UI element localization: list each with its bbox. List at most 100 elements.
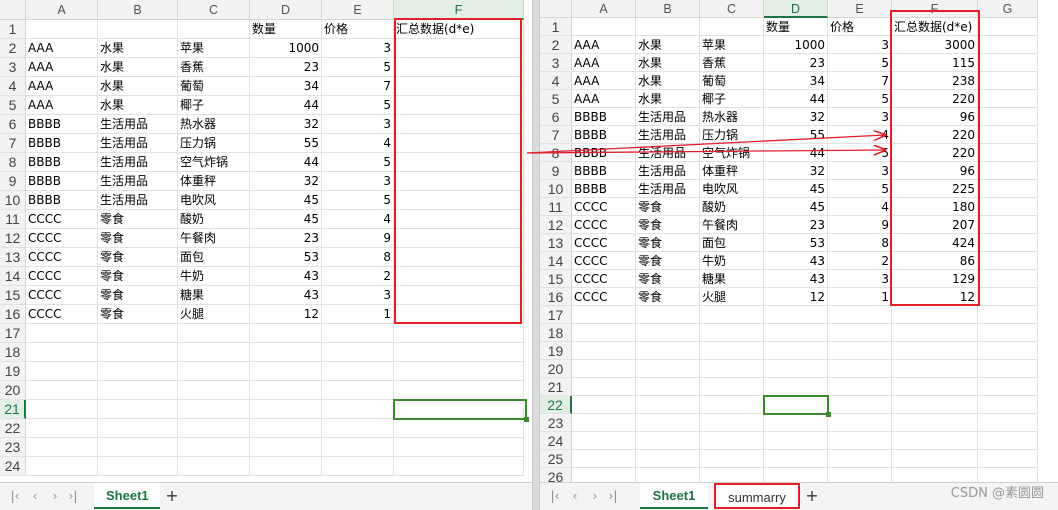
right-cell-b11[interactable]: 零食: [636, 198, 700, 216]
left-row-header-21[interactable]: 21: [0, 400, 26, 419]
left-cell-e9[interactable]: 3: [322, 172, 394, 191]
left-cell-c23[interactable]: [178, 438, 250, 457]
right-cell-g7[interactable]: [978, 126, 1038, 144]
left-cell-a16[interactable]: CCCC: [26, 305, 98, 324]
left-cell-a4[interactable]: AAA: [26, 77, 98, 96]
right-cell-d12[interactable]: 23: [764, 216, 828, 234]
right-cell-b1[interactable]: [636, 18, 700, 36]
right-cell-c4[interactable]: 葡萄: [700, 72, 764, 90]
right-cell-a19[interactable]: [572, 342, 636, 360]
right-row-header-15[interactable]: 15: [540, 270, 572, 288]
left-cell-c14[interactable]: 牛奶: [178, 267, 250, 286]
right-cell-e5[interactable]: 5: [828, 90, 892, 108]
right-cell-f11[interactable]: 180: [892, 198, 978, 216]
left-cell-b7[interactable]: 生活用品: [98, 134, 178, 153]
right-row-header-3[interactable]: 3: [540, 54, 572, 72]
right-cell-d4[interactable]: 34: [764, 72, 828, 90]
left-row-header-14[interactable]: 14: [0, 267, 26, 286]
right-next-sheet-icon[interactable]: ›: [588, 489, 602, 503]
right-cell-c9[interactable]: 体重秤: [700, 162, 764, 180]
left-cell-a15[interactable]: CCCC: [26, 286, 98, 305]
left-row-header-2[interactable]: 2: [0, 39, 26, 58]
left-cell-d19[interactable]: [250, 362, 322, 381]
left-row-header-20[interactable]: 20: [0, 381, 26, 400]
right-cell-f4[interactable]: 238: [892, 72, 978, 90]
left-cell-b20[interactable]: [98, 381, 178, 400]
right-cell-f15[interactable]: 129: [892, 270, 978, 288]
right-row-header-19[interactable]: 19: [540, 342, 572, 360]
left-cell-f15[interactable]: [394, 286, 524, 305]
right-cell-g5[interactable]: [978, 90, 1038, 108]
right-cell-e17[interactable]: [828, 306, 892, 324]
right-cell-a18[interactable]: [572, 324, 636, 342]
right-cell-a1[interactable]: [572, 18, 636, 36]
left-row-header-23[interactable]: 23: [0, 438, 26, 457]
left-cell-c17[interactable]: [178, 324, 250, 343]
right-cell-e3[interactable]: 5: [828, 54, 892, 72]
left-row-header-9[interactable]: 9: [0, 172, 26, 191]
right-cell-c22[interactable]: [700, 396, 764, 414]
right-cell-f5[interactable]: 220: [892, 90, 978, 108]
left-cell-f22[interactable]: [394, 419, 524, 438]
left-cell-b9[interactable]: 生活用品: [98, 172, 178, 191]
right-cell-f3[interactable]: 115: [892, 54, 978, 72]
left-cell-d23[interactable]: [250, 438, 322, 457]
left-cell-b14[interactable]: 零食: [98, 267, 178, 286]
right-active-cell-d22[interactable]: [763, 395, 831, 417]
right-row-header-12[interactable]: 12: [540, 216, 572, 234]
right-cell-e8[interactable]: 5: [828, 144, 892, 162]
right-cell-a10[interactable]: BBBB: [572, 180, 636, 198]
right-column-header-f[interactable]: F: [892, 0, 978, 18]
right-tab-sheet1[interactable]: Sheet1: [640, 483, 708, 509]
right-row-header-22[interactable]: 22: [540, 396, 572, 414]
right-cell-g4[interactable]: [978, 72, 1038, 90]
left-row-header-6[interactable]: 6: [0, 115, 26, 134]
left-cell-f5[interactable]: [394, 96, 524, 115]
right-cell-d9[interactable]: 32: [764, 162, 828, 180]
right-cell-c3[interactable]: 香蕉: [700, 54, 764, 72]
right-cell-g9[interactable]: [978, 162, 1038, 180]
right-row-header-23[interactable]: 23: [540, 414, 572, 432]
left-column-header-e[interactable]: E: [322, 0, 394, 20]
right-cell-e10[interactable]: 5: [828, 180, 892, 198]
left-cell-e19[interactable]: [322, 362, 394, 381]
left-first-sheet-icon[interactable]: |‹: [8, 489, 22, 503]
left-cell-a23[interactable]: [26, 438, 98, 457]
right-cell-b18[interactable]: [636, 324, 700, 342]
left-row-header-22[interactable]: 22: [0, 419, 26, 438]
right-cell-e16[interactable]: 1: [828, 288, 892, 306]
left-cell-d2[interactable]: 1000: [250, 39, 322, 58]
left-last-sheet-icon[interactable]: ›|: [66, 489, 80, 503]
left-cell-c11[interactable]: 酸奶: [178, 210, 250, 229]
left-cell-e15[interactable]: 3: [322, 286, 394, 305]
right-row-header-17[interactable]: 17: [540, 306, 572, 324]
left-cell-a8[interactable]: BBBB: [26, 153, 98, 172]
left-cell-b6[interactable]: 生活用品: [98, 115, 178, 134]
left-cell-a14[interactable]: CCCC: [26, 267, 98, 286]
left-column-header-c[interactable]: C: [178, 0, 250, 20]
right-cell-b6[interactable]: 生活用品: [636, 108, 700, 126]
left-cell-c7[interactable]: 压力锅: [178, 134, 250, 153]
left-cell-b8[interactable]: 生活用品: [98, 153, 178, 172]
left-cell-c8[interactable]: 空气炸锅: [178, 153, 250, 172]
left-cell-c20[interactable]: [178, 381, 250, 400]
left-cell-a13[interactable]: CCCC: [26, 248, 98, 267]
right-row-header-1[interactable]: 1: [540, 18, 572, 36]
right-cell-a7[interactable]: BBBB: [572, 126, 636, 144]
left-cell-e6[interactable]: 3: [322, 115, 394, 134]
left-cell-d15[interactable]: 43: [250, 286, 322, 305]
right-cell-b25[interactable]: [636, 450, 700, 468]
left-cell-b10[interactable]: 生活用品: [98, 191, 178, 210]
left-cell-f4[interactable]: [394, 77, 524, 96]
left-cell-f7[interactable]: [394, 134, 524, 153]
right-first-sheet-icon[interactable]: |‹: [548, 489, 562, 503]
right-cell-e4[interactable]: 7: [828, 72, 892, 90]
right-cell-f25[interactable]: [892, 450, 978, 468]
right-cell-e21[interactable]: [828, 378, 892, 396]
right-cell-f16[interactable]: 12: [892, 288, 978, 306]
right-cell-e12[interactable]: 9: [828, 216, 892, 234]
right-cell-e20[interactable]: [828, 360, 892, 378]
right-cell-d2[interactable]: 1000: [764, 36, 828, 54]
left-cell-c16[interactable]: 火腿: [178, 305, 250, 324]
right-select-all-corner[interactable]: [540, 0, 572, 18]
